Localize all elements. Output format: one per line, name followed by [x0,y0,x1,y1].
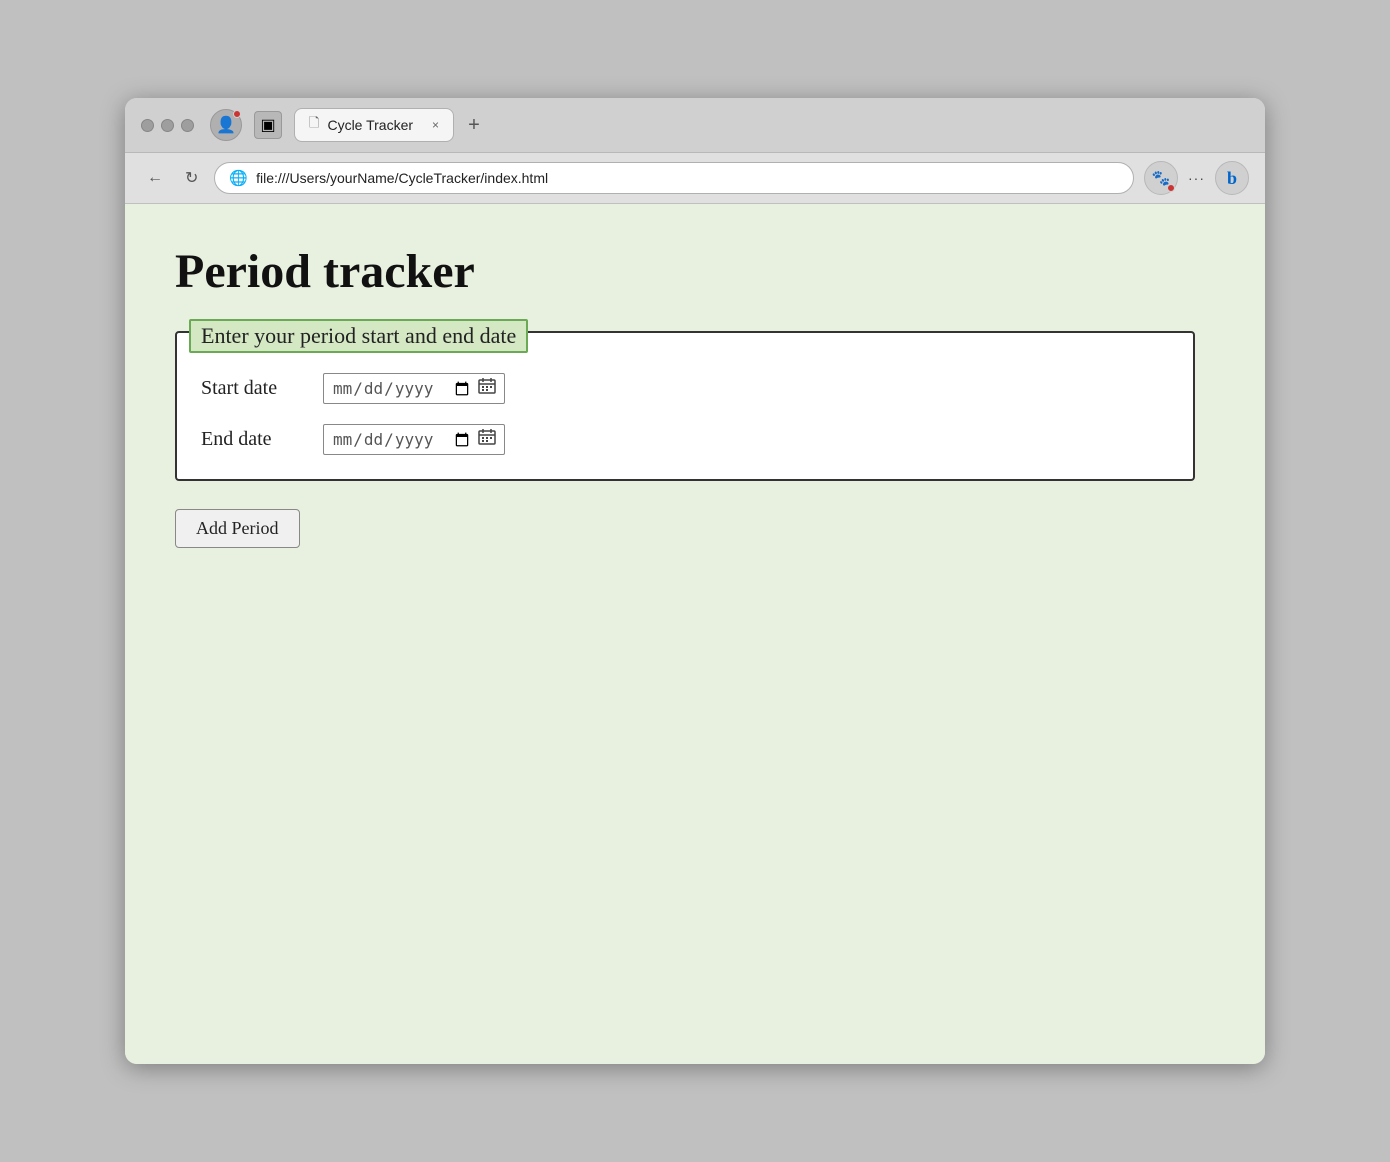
profile-icon: 👤 [216,115,236,135]
nav-bar: ← ↻ 🌐 file:///Users/yourName/CycleTracke… [125,153,1265,204]
more-options-button[interactable]: ··· [1188,170,1205,186]
address-text: file:///Users/yourName/CycleTracker/inde… [256,170,1119,186]
page-content: Period tracker Enter your period start a… [125,204,1265,1064]
back-button[interactable]: ← [141,165,169,191]
globe-icon: 🌐 [229,169,248,187]
tab-page-icon: 🗋 [309,114,319,136]
start-date-input-wrapper[interactable] [323,373,505,404]
add-period-button[interactable]: Add Period [175,509,300,548]
end-date-calendar-icon[interactable] [478,429,496,450]
start-date-input[interactable] [332,378,472,399]
profile-notification-dot [233,110,241,118]
window-manager-button[interactable]: ▣ [254,111,282,139]
bing-icon: b [1227,168,1237,189]
start-date-calendar-icon[interactable] [478,378,496,399]
fieldset-legend: Enter your period start and end date [189,319,528,353]
window-manager-icon: ▣ [260,115,275,135]
active-tab[interactable]: 🗋 Cycle Tracker × [294,108,454,142]
refresh-button[interactable]: ↻ [179,164,204,192]
start-date-label: Start date [201,377,311,400]
page-title: Period tracker [175,244,1215,299]
form-fieldset: Enter your period start and end date Sta… [175,331,1195,481]
end-date-input[interactable] [332,429,472,450]
end-date-label: End date [201,428,311,451]
start-date-row: Start date [201,373,1169,404]
close-traffic-light[interactable] [141,119,154,132]
extensions-notification-dot [1167,184,1175,192]
tab-close-button[interactable]: × [432,118,439,132]
bing-button[interactable]: b [1215,161,1249,195]
traffic-lights [141,119,194,132]
browser-window: 👤 ▣ 🗋 Cycle Tracker × + ← ↻ 🌐 file:///Us… [125,98,1265,1064]
new-tab-button[interactable]: + [460,111,488,139]
profile-button[interactable]: 👤 [210,109,242,141]
end-date-row: End date [201,424,1169,455]
end-date-input-wrapper[interactable] [323,424,505,455]
tab-bar: 🗋 Cycle Tracker × + [294,108,1249,142]
address-bar[interactable]: 🌐 file:///Users/yourName/CycleTracker/in… [214,162,1134,194]
extensions-button[interactable]: 🐾 [1144,161,1178,195]
tab-title: Cycle Tracker [327,117,413,133]
minimize-traffic-light[interactable] [161,119,174,132]
title-bar: 👤 ▣ 🗋 Cycle Tracker × + [125,98,1265,153]
maximize-traffic-light[interactable] [181,119,194,132]
